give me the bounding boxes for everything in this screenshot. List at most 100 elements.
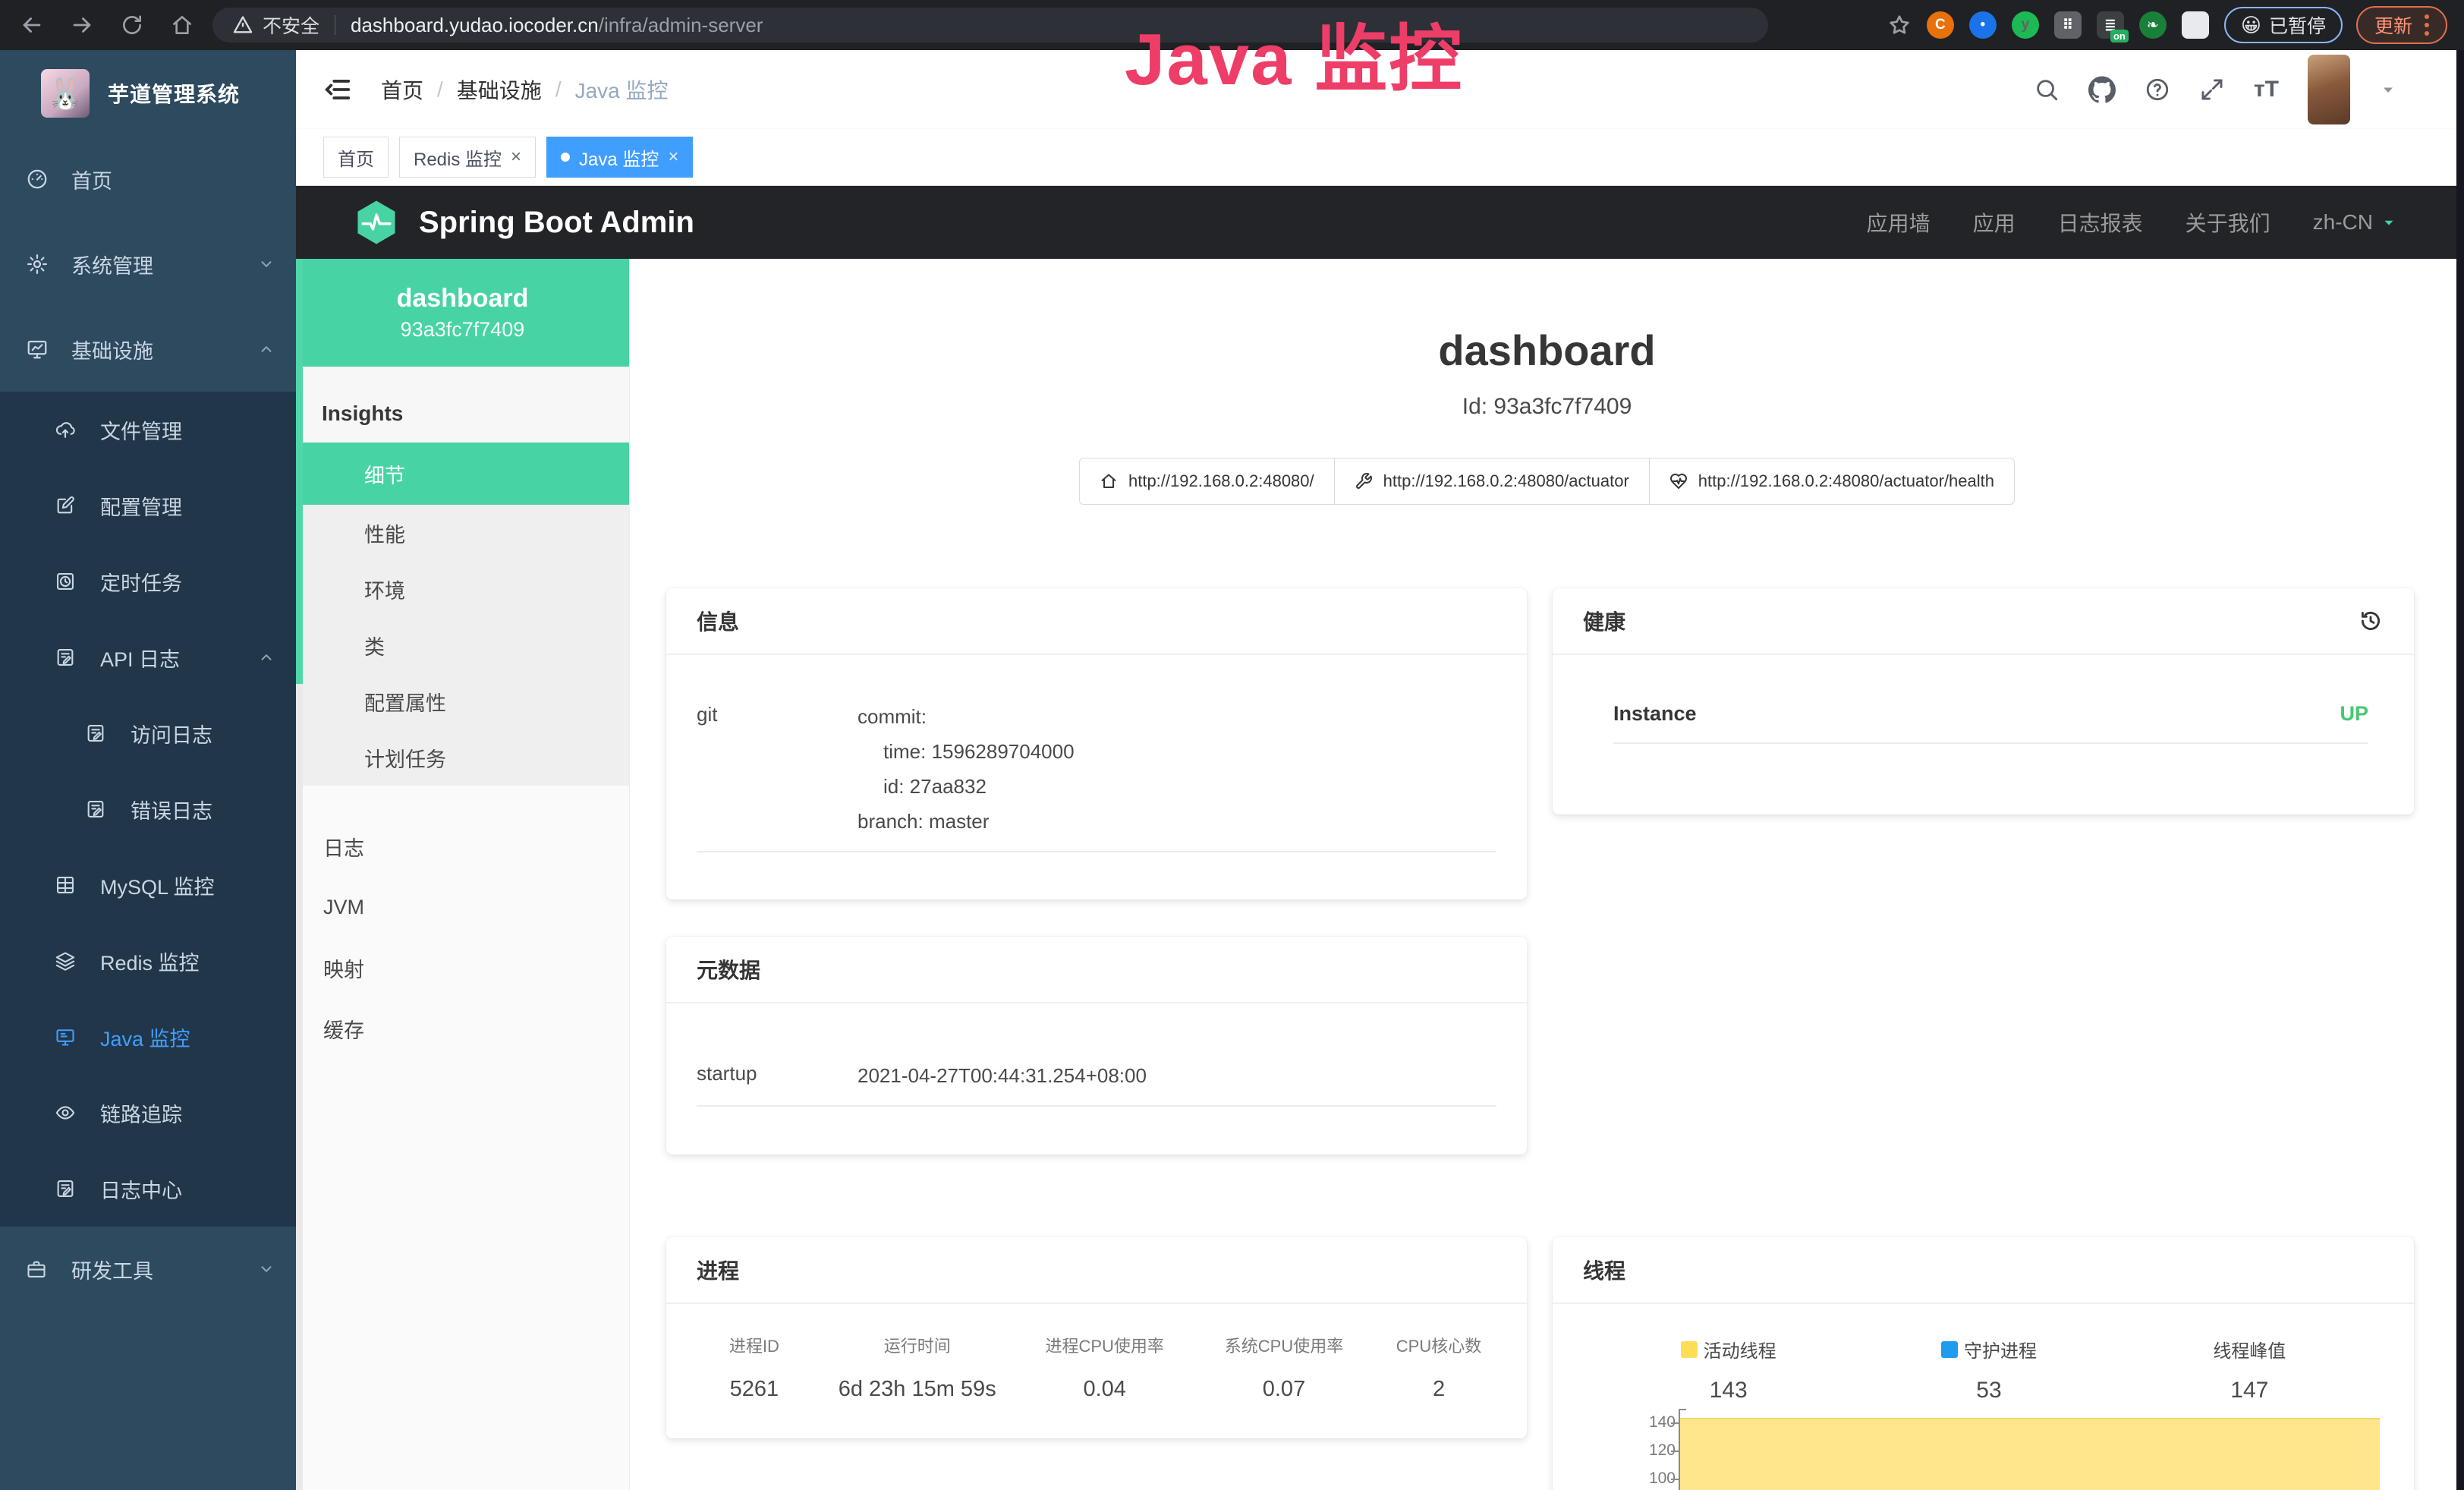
sidebar-item-Redis 监控[interactable]: Redis 监控 — [0, 923, 296, 999]
help-icon[interactable] — [2145, 77, 2170, 102]
browser-update-button[interactable]: 更新 — [2356, 6, 2447, 44]
spring-boot-admin-frame: Spring Boot Admin 应用墙 应用 日志报表 关于我们 zh-CN da… — [296, 186, 2464, 1490]
profile-paused-badge[interactable]: 😀 已暂停 — [2224, 7, 2343, 43]
sba-menu-缓存[interactable]: 缓存 — [296, 998, 629, 1059]
sidebar-item-首页[interactable]: 首页 — [0, 137, 296, 222]
sidebar-toggle-icon[interactable] — [323, 75, 352, 104]
sidebar-item-label: 日志中心 — [100, 1174, 182, 1204]
health-history-icon[interactable] — [2358, 608, 2384, 634]
instance-url-label: http://192.168.0.2:48080/actuator — [1383, 471, 1629, 491]
sba-menu-JVM[interactable]: JVM — [296, 877, 629, 937]
health-card-title: 健康 — [1583, 606, 1625, 636]
tab-label: Java 监控 — [579, 144, 659, 171]
security-label[interactable]: 不安全 — [263, 11, 319, 39]
sba-menu-类[interactable]: 类 — [296, 617, 629, 673]
ext-pin-icon[interactable]: • — [1969, 11, 1997, 39]
sba-instance-id: 93a3fc7f7409 — [401, 318, 525, 342]
user-menu-caret-icon[interactable] — [2379, 80, 2397, 99]
sba-nav-关于我们[interactable]: 关于我们 — [2186, 207, 2270, 238]
note-icon — [85, 723, 109, 744]
sba-nav-日志报表[interactable]: 日志报表 — [2058, 207, 2143, 238]
paused-label: 已暂停 — [2269, 11, 2326, 39]
ext-onetab-icon[interactable]: ≣on — [2097, 11, 2124, 39]
health-instance-label[interactable]: Instance — [1613, 702, 1697, 726]
sidebar-item-系统管理[interactable]: 系统管理 — [0, 222, 296, 307]
breadcrumb-separator: / — [437, 77, 443, 102]
sba-menu-环境[interactable]: 环境 — [296, 561, 629, 617]
instance-url-button-wrench[interactable]: http://192.168.0.2:48080/actuator — [1334, 458, 1650, 505]
process-column-header: 运行时间 — [820, 1333, 1015, 1357]
sidebar-item-API 日志[interactable]: API 日志 — [0, 619, 296, 695]
ext-orange-icon[interactable]: C — [1927, 11, 1954, 39]
sba-insights-label: Insights — [296, 367, 629, 443]
sidebar-item-文件管理[interactable]: 文件管理 — [0, 392, 296, 468]
browser-forward-icon[interactable] — [67, 10, 97, 40]
sidebar-item-MySQL 监控[interactable]: MySQL 监控 — [0, 847, 296, 923]
sidebar-item-Java 监控[interactable]: Java 监控 — [0, 999, 296, 1075]
legend-swatch-icon — [1941, 1341, 1958, 1358]
breadcrumb-item-基础设施[interactable]: 基础设施 — [457, 74, 542, 105]
sba-brand[interactable]: Spring Boot Admin — [419, 206, 694, 240]
fullscreen-icon[interactable] — [2199, 77, 2225, 102]
breadcrumb-separator: / — [555, 77, 562, 102]
infra-icon — [26, 338, 50, 361]
sidebar-item-错误日志[interactable]: 错误日志 — [0, 771, 296, 847]
info-line: commit: — [858, 699, 1075, 734]
tags-view-bar: 首页 Redis 监控 × Java 监控 × — [296, 129, 2464, 186]
sba-locale-select[interactable]: zh-CN — [2313, 210, 2397, 235]
ext-leaf-icon[interactable]: ❧ — [2139, 11, 2167, 39]
sba-menu-计划任务[interactable]: 计划任务 — [296, 729, 629, 786]
instance-url-button-home[interactable]: http://192.168.0.2:48080/ — [1079, 458, 1335, 505]
ext-grid-icon[interactable]: ⠿ — [2054, 11, 2082, 39]
gauge-icon — [26, 168, 50, 191]
sba-menu-性能[interactable]: 性能 — [296, 505, 629, 561]
search-icon[interactable] — [2034, 77, 2060, 102]
browser-menu-icon[interactable] — [2425, 14, 2429, 36]
instance-url-button-heartbeat[interactable]: http://192.168.0.2:48080/actuator/health — [1649, 458, 2015, 505]
sidebar-item-日志中心[interactable]: 日志中心 — [0, 1151, 296, 1227]
sba-instance-header[interactable]: dashboard 93a3fc7f7409 — [296, 259, 629, 367]
sba-logo-icon[interactable] — [352, 198, 401, 247]
sidebar-item-配置管理[interactable]: 配置管理 — [0, 468, 296, 543]
sba-menu-映射[interactable]: 映射 — [296, 937, 629, 998]
sidebar-item-链路追踪[interactable]: 链路追踪 — [0, 1075, 296, 1151]
address-bar[interactable]: 不安全 dashboard.yudao.iocoder.cn /infra/ad… — [212, 8, 1768, 43]
browser-reload-icon[interactable] — [117, 10, 147, 40]
browser-back-icon[interactable] — [17, 10, 47, 40]
sba-menu-日志[interactable]: 日志 — [296, 816, 629, 877]
tab-Redis 监控[interactable]: Redis 监控 × — [399, 137, 536, 178]
sidebar-item-label: 错误日志 — [131, 795, 212, 824]
user-avatar[interactable] — [2308, 55, 2350, 124]
url-path: /infra/admin-server — [599, 14, 763, 37]
breadcrumb-item-首页[interactable]: 首页 — [381, 74, 423, 105]
ext-puzzle-icon[interactable] — [2182, 11, 2209, 39]
page-scrollbar[interactable] — [2456, 50, 2464, 1490]
tab-Java 监控[interactable]: Java 监控 × — [546, 137, 693, 178]
tab-close-icon[interactable]: × — [668, 148, 678, 166]
thread-legend-线程峰值: 线程峰值 — [2119, 1336, 2380, 1362]
sidebar-item-基础设施[interactable]: 基础设施 — [0, 307, 296, 392]
github-icon[interactable] — [2088, 76, 2116, 103]
process-column-header: CPU核心数 — [1374, 1333, 1504, 1357]
sba-nav-应用墙[interactable]: 应用墙 — [1867, 207, 1931, 238]
process-value: 6d 23h 15m 59s — [820, 1377, 1015, 1402]
sba-menu-细节[interactable]: 细节 — [296, 443, 629, 505]
app-logo-row[interactable]: 🐰 芋道管理系统 — [0, 50, 296, 137]
bookmark-star-icon[interactable] — [1887, 13, 1912, 37]
cloud-icon — [55, 419, 79, 440]
browser-home-icon[interactable] — [167, 10, 197, 40]
sba-menu-配置属性[interactable]: 配置属性 — [296, 673, 629, 729]
chart-ytick-mark — [1671, 1479, 1679, 1480]
ext-y-icon[interactable]: y — [2012, 11, 2039, 39]
sba-nav-应用[interactable]: 应用 — [1973, 207, 2016, 238]
tab-首页[interactable]: 首页 — [323, 137, 389, 178]
profile-emoji-icon: 😀 — [2241, 14, 2261, 37]
sidebar-item-访问日志[interactable]: 访问日志 — [0, 695, 296, 771]
font-size-icon[interactable]: тT — [2254, 77, 2279, 102]
threads-chart-area — [1680, 1418, 2380, 1490]
sba-sidebar-scrollbar[interactable] — [296, 259, 303, 1490]
tab-close-icon[interactable]: × — [511, 148, 521, 166]
sidebar-item-定时任务[interactable]: 定时任务 — [0, 543, 296, 619]
metadata-card: 元数据 startup 2021-04-27T00:44:31.254+08:0… — [666, 937, 1527, 1155]
sidebar-item-研发工具[interactable]: 研发工具 — [0, 1227, 296, 1312]
